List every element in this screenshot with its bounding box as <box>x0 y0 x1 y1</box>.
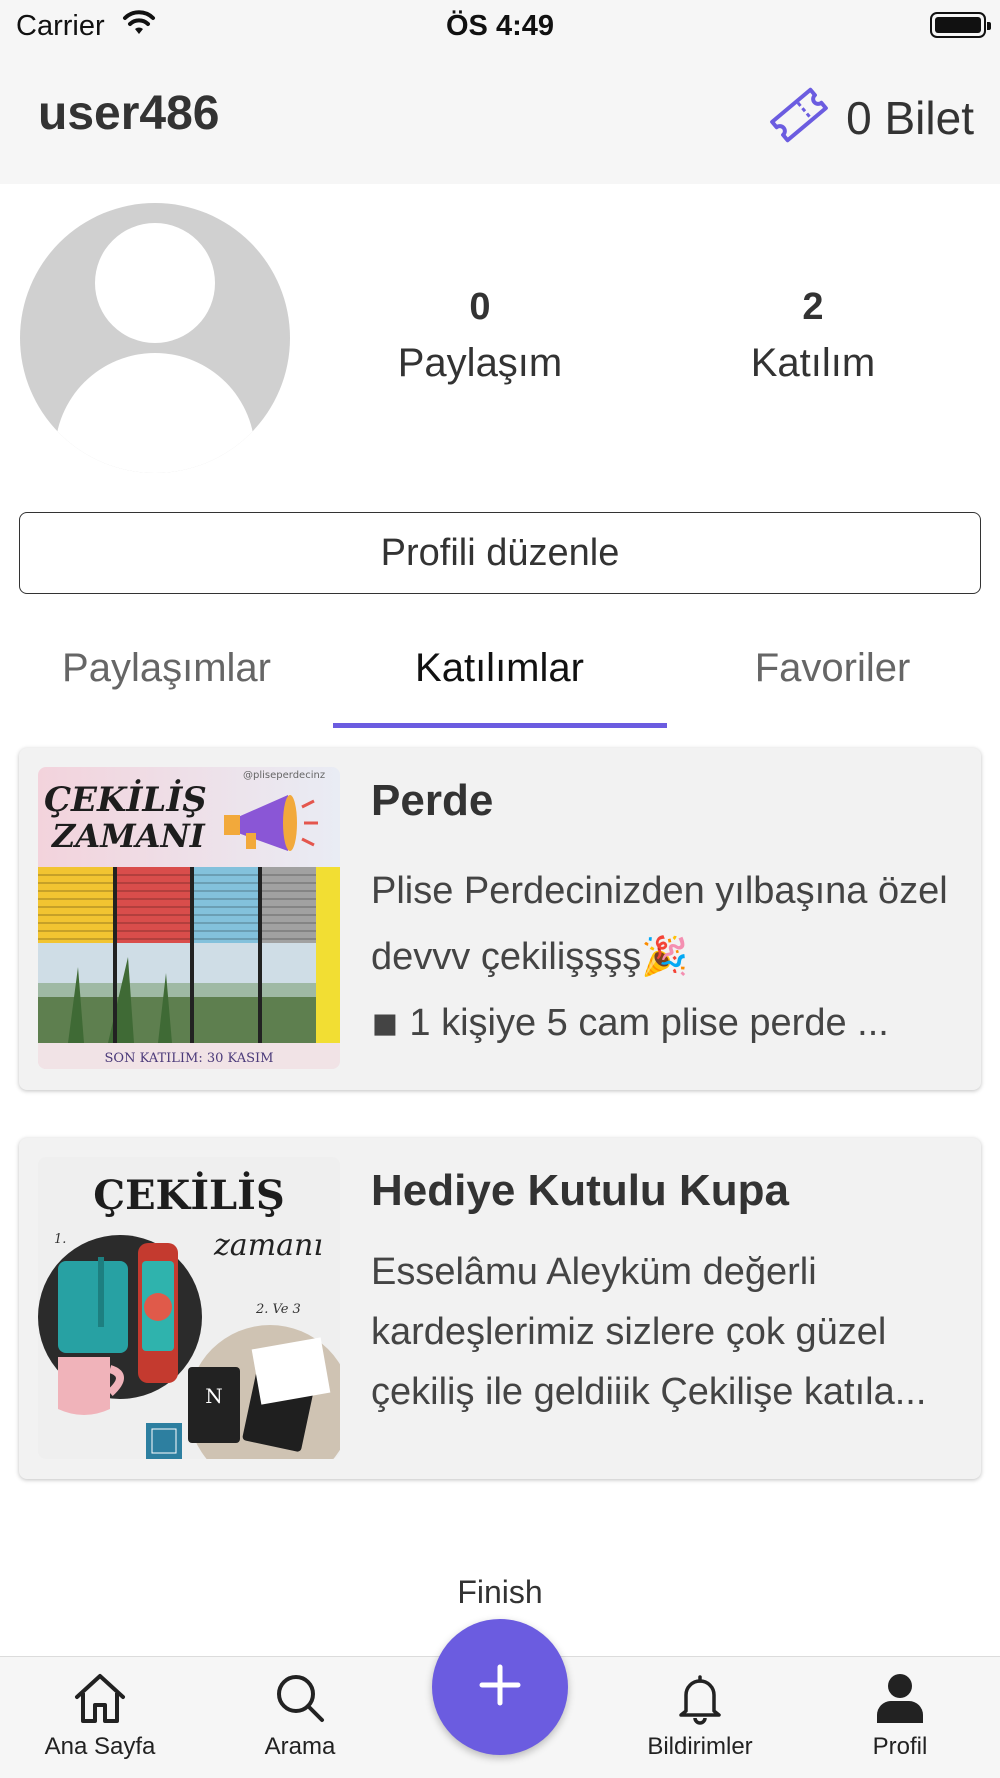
nav-profile-label: Profil <box>872 1733 928 1760</box>
image-marker-1: 1. <box>54 1232 66 1247</box>
avatar-body <box>55 353 255 473</box>
profile-header: user486 0 Bilet <box>0 50 1000 184</box>
description-line: Plise Perdecinizden yılbaşına özel <box>371 870 948 912</box>
image-footer: SON KATILIM: 30 KASIM <box>105 1051 274 1066</box>
tab-participations[interactable]: Katılımlar <box>333 630 666 730</box>
description-line: kardeşlerimiz sizlere çok güzel <box>371 1311 887 1353</box>
giveaway-description: Esselâmu Aleyküm değerli kardeşlerimiz s… <box>371 1242 971 1422</box>
image-handle: @pliseperdecinz <box>243 770 325 781</box>
nav-search-label: Arama <box>264 1733 336 1760</box>
nav-profile[interactable]: Profil <box>800 1671 1000 1761</box>
stat-shares[interactable]: 0 Paylaşım <box>360 282 600 394</box>
stat-shares-label: Paylaşım <box>397 341 563 385</box>
nav-search[interactable]: Arama <box>200 1671 400 1761</box>
giveaway-card[interactable]: ÇEKİLİŞ ZAMANI @pliseperdecinz SON KATIL… <box>19 748 981 1090</box>
stat-joins[interactable]: 2 Katılım <box>693 282 933 394</box>
nav-home-label: Ana Sayfa <box>44 1733 156 1760</box>
plus-icon <box>478 1663 522 1712</box>
ticket-icon <box>766 85 846 150</box>
ticket-count: 0 Bilet <box>846 91 974 144</box>
finish-label: Finish <box>457 1574 543 1610</box>
battery-icon <box>930 12 991 38</box>
giveaway-description: Plise Perdecinizden yılbaşına özel devvv… <box>371 858 971 1056</box>
tab-favorites[interactable]: Favoriler <box>666 630 999 730</box>
avatar-head <box>95 223 215 343</box>
ticket-balance[interactable]: 0 Bilet <box>766 85 974 150</box>
image-headline-2: ZAMANI <box>50 817 206 855</box>
search-icon <box>200 1671 400 1725</box>
giveaway-image: ÇEKİLİŞ zamanı 1. 2. Ve 3 N <box>38 1157 340 1459</box>
nav-notifications-label: Bildirimler <box>647 1733 753 1760</box>
stat-joins-label: Katılım <box>750 341 876 385</box>
description-line: ◾ 1 kişiye 5 cam plise perde ... <box>371 1002 889 1044</box>
nav-home[interactable]: Ana Sayfa <box>0 1671 200 1761</box>
giveaway-title: Hediye Kutulu Kupa <box>371 1166 790 1215</box>
image-headline-2: zamanı <box>213 1228 323 1263</box>
description-line: çekiliş ile geldiiik Çekilişe katıla... <box>371 1371 927 1413</box>
image-monogram: N <box>205 1384 223 1408</box>
image-headline-1: ÇEKİLİŞ <box>93 1172 285 1219</box>
giveaway-card[interactable]: ÇEKİLİŞ zamanı 1. 2. Ve 3 N Hediye Kutul… <box>19 1138 981 1479</box>
add-button[interactable] <box>432 1619 568 1755</box>
description-line: Esselâmu Aleyküm değerli <box>371 1251 817 1293</box>
nav-notifications[interactable]: Bildirimler <box>600 1671 800 1761</box>
clock: ÖS 4:49 <box>446 10 554 42</box>
edit-profile-button[interactable]: Profili düzenle <box>19 512 981 594</box>
giveaway-image: ÇEKİLİŞ ZAMANI @pliseperdecinz SON KATIL… <box>38 767 340 1069</box>
stat-shares-value: 0 <box>469 286 491 328</box>
person-icon <box>800 1671 1000 1725</box>
stat-joins-value: 2 <box>802 286 824 328</box>
tab-shares[interactable]: Paylaşımlar <box>0 630 333 730</box>
username: user486 <box>38 87 220 140</box>
image-marker-2: 2. Ve 3 <box>255 1302 301 1317</box>
image-headline-1: ÇEKİLİŞ <box>44 779 207 820</box>
profile-tabs: Paylaşımlar Katılımlar Favoriler <box>0 630 1000 730</box>
avatar[interactable] <box>20 203 290 473</box>
giveaway-title: Perde <box>371 776 494 825</box>
status-bar: Carrier ÖS 4:49 <box>0 0 1000 50</box>
active-tab-indicator <box>333 723 667 728</box>
bell-icon <box>600 1671 800 1725</box>
home-icon <box>0 1671 200 1725</box>
description-line: devvv çekilişşşş🎉 <box>371 936 689 978</box>
